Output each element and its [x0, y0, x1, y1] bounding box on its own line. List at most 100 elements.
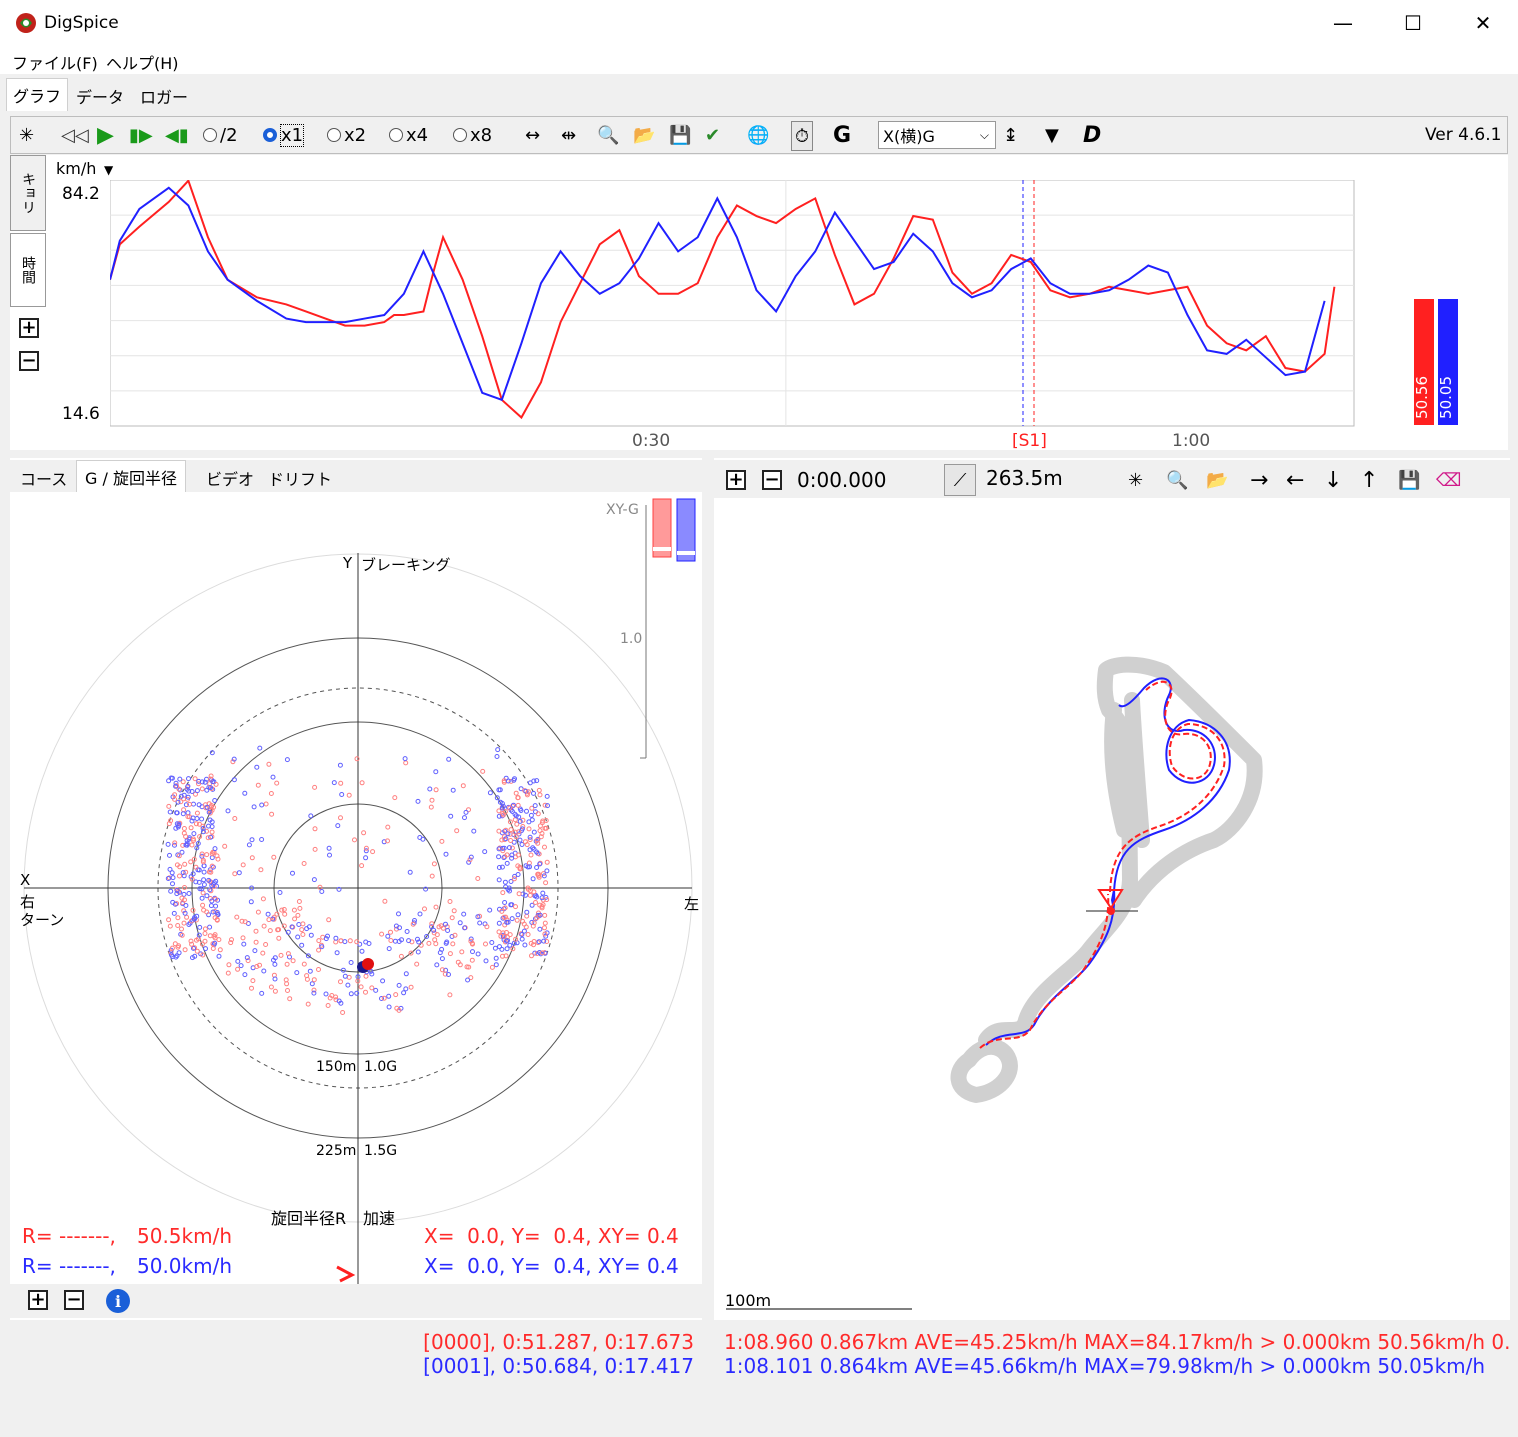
g-point: [493, 962, 499, 968]
step-back-icon[interactable]: ◀▮: [165, 121, 189, 149]
zoom-in-button[interactable]: +: [19, 318, 39, 338]
g-circle-plot[interactable]: [10, 495, 702, 1285]
tab-graph[interactable]: グラフ: [6, 78, 69, 111]
g-point: [487, 790, 493, 796]
map-reset-icon[interactable]: ✳: [1128, 466, 1143, 494]
speed-x4[interactable]: x4: [389, 121, 428, 149]
g-point: [475, 951, 481, 957]
g-point: [268, 984, 274, 990]
g-point: [417, 911, 423, 917]
g-point: [301, 961, 307, 967]
main-toolbar: ✳ ◁◁ ▶ ▮▶ ◀▮ /2 x1 x2 x4 x8 ↔ ⇹ 🔍 📂 💾 ✔ …: [10, 116, 1508, 154]
g-point: [361, 830, 367, 836]
g-point: [358, 984, 364, 990]
course-map[interactable]: [714, 500, 1510, 1320]
g-point: [225, 808, 231, 814]
g-point: [295, 934, 301, 940]
tab-video[interactable]: ビデオ: [206, 466, 254, 490]
speed-line-chart[interactable]: [110, 180, 1356, 428]
tab-drift[interactable]: ドリフト: [268, 466, 332, 490]
g-point: [522, 942, 528, 948]
g-point: [291, 907, 297, 913]
tab-g-radius[interactable]: G / 旋回半径: [76, 460, 186, 492]
play-icon[interactable]: ▶: [97, 121, 114, 149]
d-icon[interactable]: D: [1083, 121, 1101, 149]
axis-select[interactable]: X(横)G ⌵: [878, 121, 996, 149]
speed-x8[interactable]: x8: [453, 121, 492, 149]
g-point: [519, 936, 525, 942]
g-point: [308, 932, 314, 938]
tab-time[interactable]: 時間: [10, 233, 46, 307]
maximize-button[interactable]: ☐: [1378, 0, 1448, 46]
xyg-label: XY-G: [606, 502, 639, 518]
g-zoom-out-button[interactable]: −: [64, 1290, 84, 1310]
search-file-icon[interactable]: 🔍: [597, 121, 619, 149]
speed-x1[interactable]: x1: [263, 121, 305, 149]
g-point: [284, 981, 290, 987]
xyg-bar-red-level: [653, 547, 671, 551]
xyg-scale-label: 1.0: [620, 631, 643, 647]
zoom-out-button[interactable]: −: [19, 351, 39, 371]
g-point: [339, 792, 345, 797]
eraser-icon[interactable]: ⌫: [1436, 466, 1461, 494]
arrow-down-icon[interactable]: ↓: [1324, 466, 1342, 494]
g-point: [284, 757, 290, 763]
tab-data[interactable]: データ: [70, 82, 130, 110]
menu-file[interactable]: ファイル(F): [12, 50, 98, 74]
speed-x2[interactable]: x2: [327, 121, 366, 149]
g-point: [404, 929, 410, 934]
stopwatch-icon[interactable]: ⏱: [791, 121, 814, 151]
g-point: [388, 938, 394, 943]
scale-label: 100m: [725, 1291, 772, 1310]
check-icon[interactable]: ✔: [705, 121, 720, 149]
tab-distance[interactable]: キョリ: [10, 155, 46, 231]
g-zoom-in-button[interactable]: +: [28, 1290, 48, 1310]
map-search-icon[interactable]: 🔍: [1166, 466, 1188, 494]
g-point: [249, 985, 254, 991]
g-point: [202, 926, 208, 932]
g-point: [181, 826, 187, 831]
map-open-folder-icon[interactable]: 📂: [1206, 466, 1228, 494]
tab-course[interactable]: コース: [20, 466, 67, 490]
speed-half[interactable]: /2: [203, 121, 238, 149]
rewind-icon[interactable]: ◁◁: [61, 121, 89, 149]
arrow-up-icon[interactable]: ↑: [1360, 466, 1378, 494]
g-point: [513, 904, 518, 910]
step-forward-icon[interactable]: ▮▶: [129, 121, 153, 149]
save-icon[interactable]: 💾: [669, 121, 691, 149]
g-point: [460, 783, 466, 789]
g-point: [340, 1010, 346, 1015]
g-point: [494, 754, 500, 759]
g-point: [186, 891, 192, 896]
g-point: [165, 841, 171, 847]
globe-icon[interactable]: 🌐: [747, 121, 769, 149]
close-button[interactable]: ✕: [1448, 0, 1518, 46]
open-folder-icon[interactable]: 📂: [633, 121, 655, 149]
expand-horizontal-icon[interactable]: ↔: [525, 121, 540, 149]
menu-help[interactable]: ヘルプ(H): [106, 50, 179, 74]
g-point: [462, 815, 467, 821]
reset-icon[interactable]: ✳: [19, 121, 34, 149]
arrow-left-icon[interactable]: ←: [1286, 466, 1304, 494]
marker-down-icon[interactable]: ▼: [1045, 121, 1059, 149]
g-point: [316, 967, 321, 972]
minimize-button[interactable]: —: [1308, 0, 1378, 46]
map-zoom-in-button[interactable]: +: [726, 470, 746, 490]
g-point: [240, 862, 246, 868]
measure-icon[interactable]: ⟋: [944, 464, 976, 496]
g-point: [317, 884, 323, 890]
vertical-range-icon[interactable]: ↨: [1003, 121, 1018, 149]
arrow-right-icon[interactable]: →: [1250, 466, 1268, 494]
g-point: [259, 802, 265, 808]
g-point: [489, 964, 495, 970]
g-point: [427, 786, 433, 792]
section-marker[interactable]: [S1]: [1012, 431, 1047, 451]
g-point: [509, 916, 515, 922]
shrink-horizontal-icon[interactable]: ⇹: [561, 121, 576, 149]
info-icon[interactable]: i: [106, 1289, 130, 1313]
g-button[interactable]: G: [833, 121, 851, 149]
tab-logger[interactable]: ロガー: [134, 82, 194, 110]
map-zoom-out-button[interactable]: −: [762, 470, 782, 490]
map-save-icon[interactable]: 💾: [1398, 466, 1420, 494]
g-point: [531, 790, 536, 796]
